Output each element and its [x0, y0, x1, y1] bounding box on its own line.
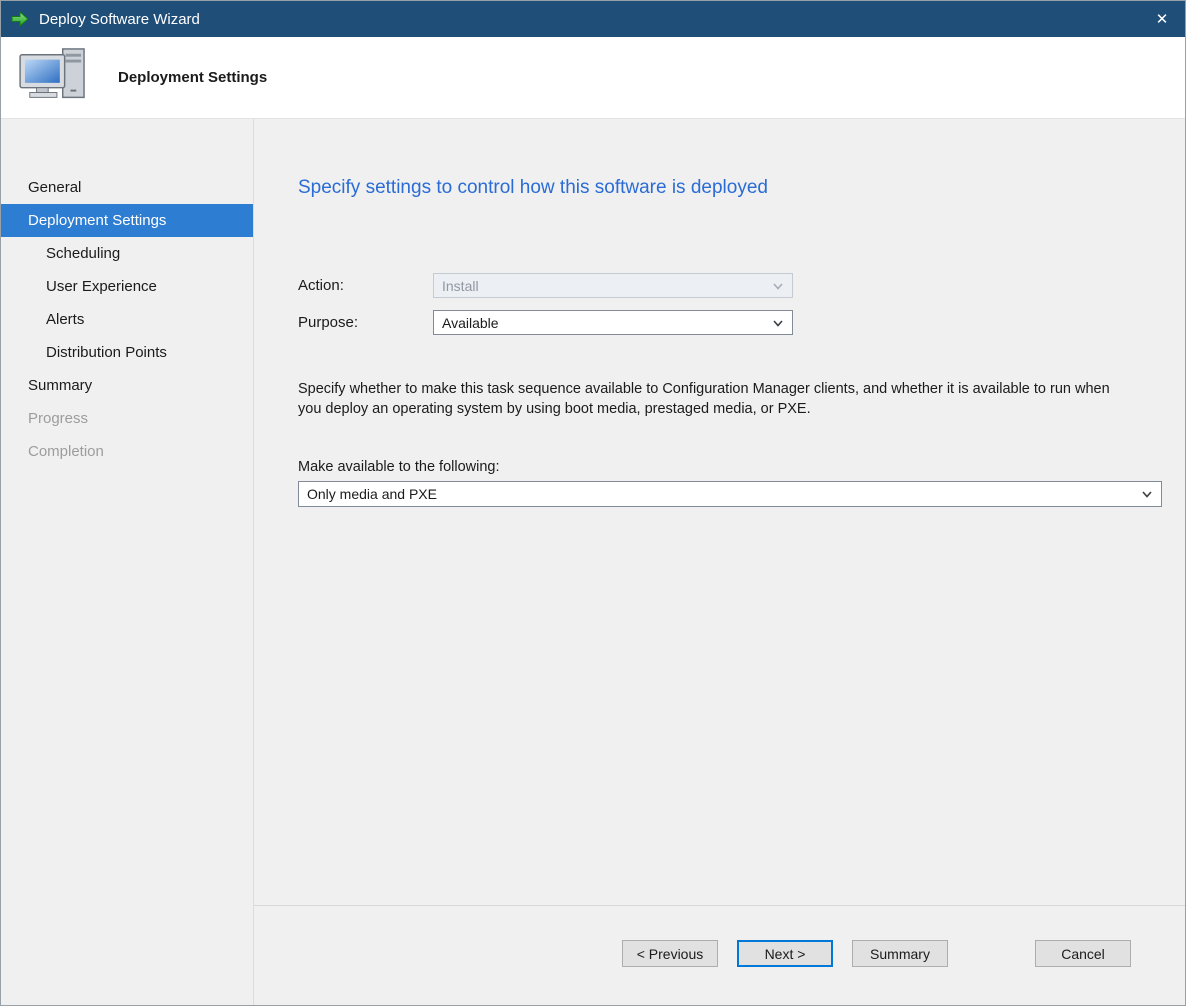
window-title: Deploy Software Wizard [39, 11, 200, 28]
nav-item-user-experience[interactable]: User Experience [1, 270, 253, 303]
action-value: Install [442, 278, 479, 294]
deploy-arrow-icon [10, 9, 30, 29]
action-label: Action: [298, 277, 433, 294]
wizard-header: Deployment Settings [1, 37, 1185, 119]
description-text: Specify whether to make this task sequen… [298, 379, 1118, 419]
nav-item-label: Distribution Points [46, 344, 167, 361]
page-title: Deployment Settings [118, 69, 267, 86]
page-heading: Specify settings to control how this sof… [298, 177, 1162, 199]
footer-button-bar: < Previous Next > Summary Cancel [254, 905, 1185, 1005]
chevron-down-icon [773, 320, 783, 327]
nav-item-label: Alerts [46, 311, 84, 328]
nav-item-deployment-settings[interactable]: Deployment Settings [1, 204, 253, 237]
nav-item-general[interactable]: General [1, 171, 253, 204]
nav-item-label: Summary [28, 377, 92, 394]
computer-icon [18, 47, 90, 109]
nav-item-label: Deployment Settings [28, 212, 166, 229]
previous-button[interactable]: < Previous [622, 940, 718, 967]
nav-item-label: User Experience [46, 278, 157, 295]
nav-item-completion: Completion [1, 435, 253, 468]
nav-item-distribution-points[interactable]: Distribution Points [1, 336, 253, 369]
titlebar: Deploy Software Wizard ✕ [1, 1, 1185, 37]
wizard-nav: General Deployment Settings Scheduling U… [1, 119, 254, 1005]
make-available-select[interactable]: Only media and PXE [298, 481, 1162, 507]
wizard-body: General Deployment Settings Scheduling U… [1, 119, 1185, 1005]
purpose-label: Purpose: [298, 314, 433, 331]
nav-item-summary[interactable]: Summary [1, 369, 253, 402]
nav-item-progress: Progress [1, 402, 253, 435]
purpose-select[interactable]: Available [433, 310, 793, 335]
purpose-value: Available [442, 315, 499, 331]
action-row: Action: Install [298, 273, 1162, 298]
purpose-row: Purpose: Available [298, 310, 1162, 335]
nav-item-label: General [28, 179, 81, 196]
close-button[interactable]: ✕ [1139, 1, 1185, 37]
chevron-down-icon [1142, 491, 1152, 498]
nav-item-scheduling[interactable]: Scheduling [1, 237, 253, 270]
summary-button[interactable]: Summary [852, 940, 948, 967]
main-panel: Specify settings to control how this sof… [254, 119, 1185, 905]
make-available-value: Only media and PXE [307, 486, 437, 502]
nav-item-label: Completion [28, 443, 104, 460]
chevron-down-icon [773, 283, 783, 290]
nav-item-label: Scheduling [46, 245, 120, 262]
nav-item-label: Progress [28, 410, 88, 427]
wizard-window: Deploy Software Wizard ✕ Deployment Sett… [0, 0, 1186, 1006]
content-panel: Specify settings to control how this sof… [254, 119, 1185, 1005]
action-select: Install [433, 273, 793, 298]
make-available-label: Make available to the following: [298, 459, 1162, 475]
deployment-form: Action: Install Purpose: Available [298, 273, 1162, 335]
close-icon: ✕ [1156, 10, 1169, 28]
nav-item-alerts[interactable]: Alerts [1, 303, 253, 336]
next-button[interactable]: Next > [737, 940, 833, 967]
cancel-button[interactable]: Cancel [1035, 940, 1131, 967]
